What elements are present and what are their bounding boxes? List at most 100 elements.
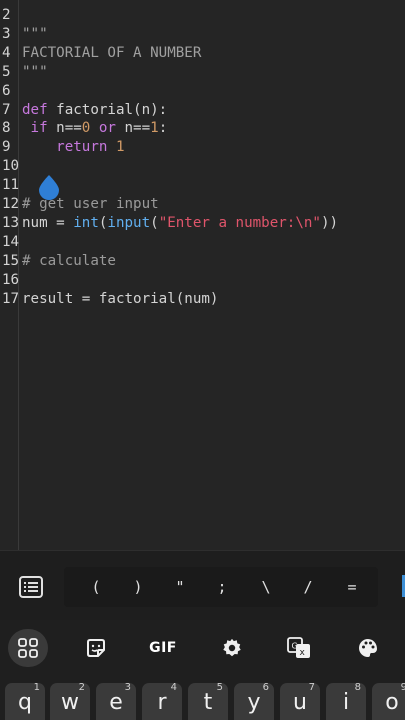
key-hint: 4 <box>170 682 177 693</box>
sticker-icon[interactable] <box>76 629 116 667</box>
code-token: def <box>22 101 48 118</box>
key-label: e <box>109 690 123 715</box>
line-number: 6 <box>2 82 11 99</box>
keyboard-row-top: q1 w2 e3 r4 t5 y6 u7 i8 o9 <box>0 675 405 720</box>
code-line[interactable]: 17 result = factorial(num) <box>0 290 405 309</box>
code-line[interactable]: 8 if n==0 or n==1: <box>0 119 405 138</box>
line-number: 10 <box>2 158 20 175</box>
key-label: o <box>385 690 399 715</box>
line-code: return 1 <box>22 138 125 157</box>
key-hint: 3 <box>124 682 131 693</box>
symbol-key-open-paren[interactable]: ( <box>76 567 116 607</box>
line-code: if n==0 or n==1: <box>22 119 168 138</box>
symbol-strip: ( ) " ; \ / = <box>64 567 378 607</box>
code-token: 1 <box>150 120 159 137</box>
code-token: n== <box>115 120 151 137</box>
code-line[interactable]: 5 """ <box>0 63 405 82</box>
key-label: i <box>342 690 350 715</box>
line-number: 17 <box>2 290 20 307</box>
gear-icon[interactable] <box>212 629 252 667</box>
code-line[interactable]: 2 <box>0 6 405 25</box>
code-line[interactable]: 9 return 1 <box>0 138 405 157</box>
key-i[interactable]: i8 <box>326 682 366 720</box>
text-cursor-handle[interactable] <box>37 174 61 200</box>
line-code: """ <box>22 63 48 82</box>
code-token: "Enter a number:\n" <box>158 214 321 231</box>
code-token: 1 <box>115 139 125 156</box>
line-number: 16 <box>2 271 20 288</box>
key-q[interactable]: q1 <box>5 682 45 720</box>
palette-icon[interactable] <box>348 629 388 667</box>
key-hint: 5 <box>216 682 223 693</box>
code-line[interactable]: 15 # calculate <box>0 252 405 271</box>
line-code: FACTORIAL OF A NUMBER <box>22 44 201 63</box>
key-label: w <box>61 690 79 715</box>
line-number: 8 <box>2 120 11 137</box>
key-u[interactable]: u7 <box>280 682 320 720</box>
apps-grid-icon[interactable] <box>8 629 48 667</box>
code-token: result = factorial(num) <box>22 290 219 307</box>
line-number: 5 <box>2 63 11 80</box>
svg-text:x: x <box>300 648 306 658</box>
code-line[interactable]: 13 num = int(input("Enter a number:\n")) <box>0 214 405 233</box>
line-code: def factorial(n): <box>22 101 167 120</box>
code-line[interactable]: 3 """ <box>0 25 405 44</box>
symbol-key-quote[interactable]: " <box>160 567 200 607</box>
code-token: or <box>90 120 116 137</box>
keyboard-toolbar: GIF G x <box>0 620 405 675</box>
code-token: """ <box>22 25 48 42</box>
key-r[interactable]: r4 <box>142 682 182 720</box>
code-editor[interactable]: 2 3 """ 4 FACTORIAL OF A NUMBER 5 """ 6 7 def fac… <box>0 0 405 550</box>
key-hint: 9 <box>400 682 405 693</box>
line-number: 14 <box>2 233 20 250</box>
key-label: y <box>247 690 261 715</box>
code-line[interactable]: 16 <box>0 271 405 290</box>
key-y[interactable]: y6 <box>234 682 274 720</box>
symbol-key-slash[interactable]: / <box>288 567 328 607</box>
line-code: """ <box>22 25 48 44</box>
code-token: n== <box>47 120 82 137</box>
code-token: factorial(n): <box>47 101 168 118</box>
gif-button[interactable]: GIF <box>143 629 183 667</box>
code-token: if <box>22 120 48 137</box>
key-t[interactable]: t5 <box>188 682 228 720</box>
code-token: input <box>107 214 151 231</box>
line-number: 4 <box>2 44 11 61</box>
key-w[interactable]: w2 <box>50 682 90 720</box>
code-line[interactable]: 6 <box>0 82 405 101</box>
code-token: # calculate <box>22 252 116 269</box>
code-line[interactable]: 14 <box>0 233 405 252</box>
key-e[interactable]: e3 <box>96 682 136 720</box>
key-label: q <box>18 690 32 715</box>
symbol-key-semicolon[interactable]: ; <box>202 567 242 607</box>
code-token: num = <box>22 214 74 231</box>
list-menu-icon[interactable] <box>18 575 44 599</box>
key-hint: 1 <box>33 682 40 693</box>
svg-text:G: G <box>292 642 298 651</box>
line-number: 3 <box>2 25 11 42</box>
code-token: FACTORIAL OF A NUMBER <box>22 44 202 61</box>
key-hint: 8 <box>354 682 361 693</box>
key-label: u <box>293 690 307 715</box>
translate-icon[interactable]: G x <box>279 629 319 667</box>
code-token: ( <box>150 214 159 231</box>
key-hint: 7 <box>308 682 315 693</box>
code-line[interactable]: 4 FACTORIAL OF A NUMBER <box>0 44 405 63</box>
key-label: t <box>203 690 213 715</box>
line-number: 13 <box>2 214 20 231</box>
code-line[interactable]: 7 def factorial(n): <box>0 101 405 120</box>
line-code: # calculate <box>22 252 116 271</box>
symbol-key-close-paren[interactable]: ) <box>118 567 158 607</box>
symbol-key-backslash[interactable]: \ <box>246 567 286 607</box>
line-number: 11 <box>2 177 20 194</box>
symbol-bar: ( ) " ; \ / = <box>0 550 405 620</box>
code-token: : <box>158 120 168 137</box>
code-token: """ <box>22 63 48 80</box>
line-number: 15 <box>2 252 20 269</box>
line-code: num = int(input("Enter a number:\n")) <box>22 214 338 233</box>
key-o[interactable]: o9 <box>372 682 405 720</box>
line-number: 12 <box>2 196 20 212</box>
symbol-key-equals[interactable]: = <box>332 567 372 607</box>
line-number: 9 <box>2 139 11 156</box>
